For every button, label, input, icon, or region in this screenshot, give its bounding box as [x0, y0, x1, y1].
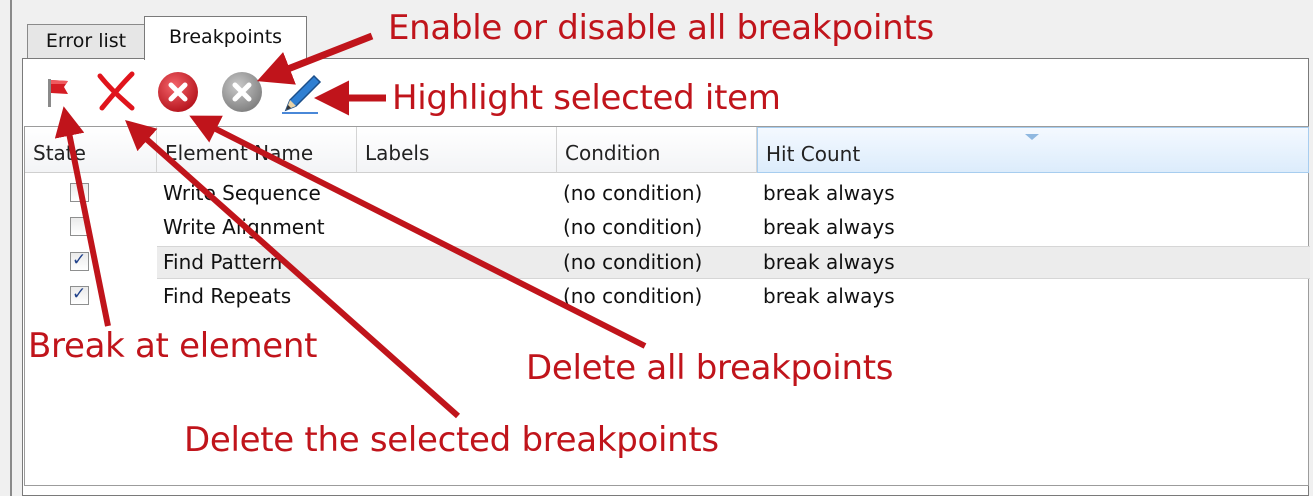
window-left-edge — [10, 0, 12, 496]
red-x-icon — [97, 71, 135, 111]
gray-circle-x-icon — [222, 72, 262, 112]
check-mark-icon: ✓ — [72, 250, 87, 270]
row-1-element-name[interactable]: Write Sequence — [163, 181, 321, 205]
annotation-break-at-element: Break at element — [28, 326, 318, 366]
delete-all-button[interactable] — [156, 70, 200, 114]
row-3-element-name[interactable]: Find Pattern — [163, 250, 282, 274]
row-4-hit-count[interactable]: break always — [763, 284, 895, 308]
check-mark-icon: ✓ — [72, 284, 87, 304]
row-1-condition[interactable]: (no condition) — [563, 181, 702, 205]
delete-selected-button[interactable] — [94, 68, 138, 112]
column-header-state[interactable]: State — [25, 127, 157, 173]
red-circle-x-icon — [158, 72, 198, 112]
selected-row-highlight — [157, 246, 1310, 279]
pencil-icon — [282, 74, 322, 114]
hit-count-label: Hit Count — [766, 142, 861, 166]
row-3-condition[interactable]: (no condition) — [563, 250, 702, 274]
column-header-condition[interactable]: Condition — [557, 127, 757, 173]
row-3-hit-count[interactable]: break always — [763, 250, 895, 274]
row-2-element-name[interactable]: Write Alignment — [163, 215, 325, 239]
row-1-hit-count[interactable]: break always — [763, 181, 895, 205]
row-1-state-checkbox[interactable] — [70, 183, 89, 202]
row-2-condition[interactable]: (no condition) — [563, 215, 702, 239]
annotation-delete-all: Delete all breakpoints — [526, 348, 894, 388]
tab-error-list[interactable]: Error list — [27, 24, 145, 58]
column-header-element-name[interactable]: Element Name — [157, 127, 357, 173]
row-3-state-checkbox[interactable]: ✓ — [70, 250, 89, 271]
row-4-state-checkbox[interactable]: ✓ — [70, 284, 89, 305]
toggle-all-button[interactable] — [220, 70, 264, 114]
tab-breakpoints[interactable]: Breakpoints — [144, 16, 307, 60]
row-4-element-name[interactable]: Find Repeats — [163, 284, 291, 308]
flag-icon — [48, 79, 68, 107]
row-4-condition[interactable]: (no condition) — [563, 284, 702, 308]
row-2-state-checkbox[interactable] — [70, 217, 89, 236]
row-2-hit-count[interactable]: break always — [763, 215, 895, 239]
column-header-labels[interactable]: Labels — [357, 127, 557, 173]
annotation-enable-disable: Enable or disable all breakpoints — [388, 8, 934, 48]
sort-arrow-icon — [1025, 134, 1039, 140]
annotation-delete-selected: Delete the selected breakpoints — [184, 420, 719, 460]
column-header-hit-count[interactable]: Hit Count — [757, 127, 1309, 173]
annotation-highlight: Highlight selected item — [392, 78, 781, 118]
highlight-selected-button[interactable] — [278, 70, 324, 116]
break-at-element-button[interactable] — [38, 70, 78, 110]
